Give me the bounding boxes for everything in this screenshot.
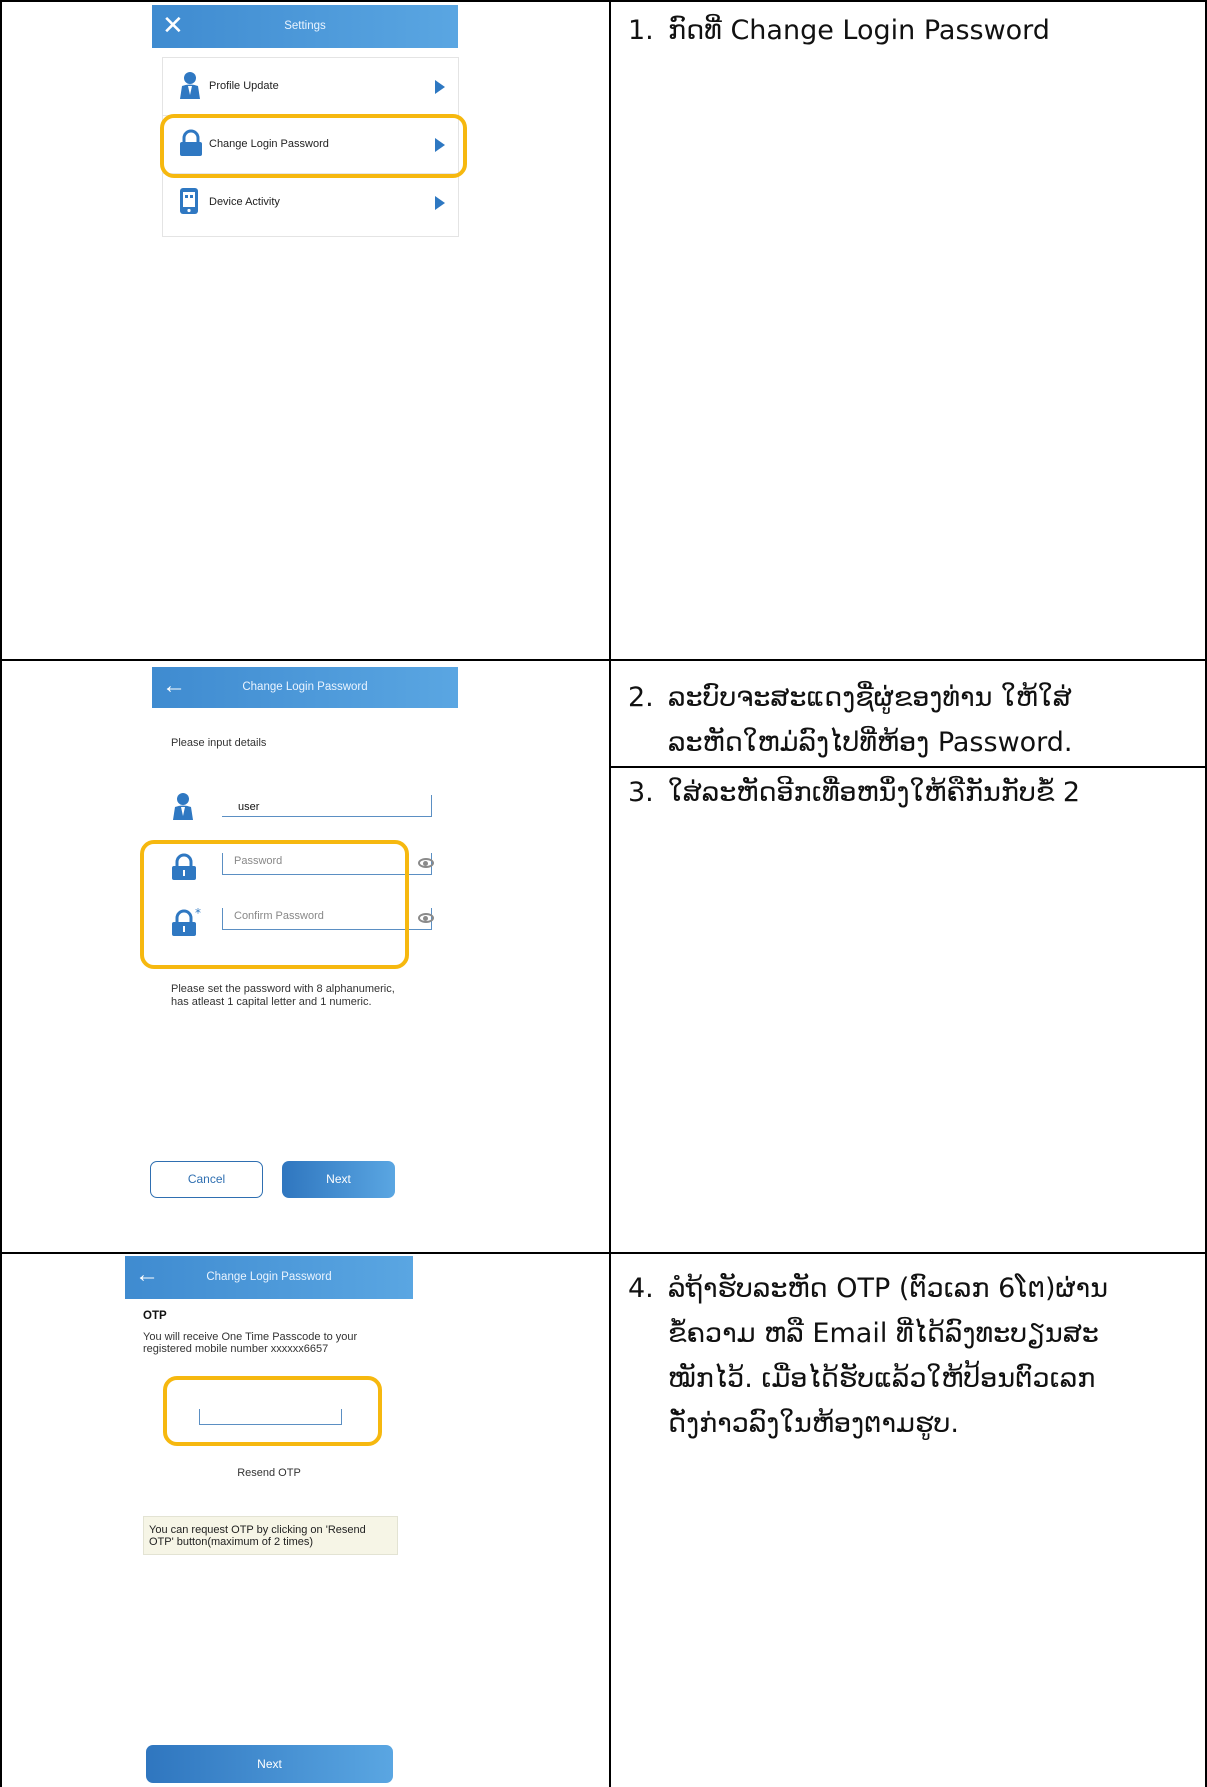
otp-info-box: You can request OTP by clicking on 'Rese…	[143, 1516, 398, 1555]
otp-title: OTP	[143, 1310, 167, 1322]
settings-header: ✕ Settings	[152, 5, 458, 48]
step-number: 4.	[628, 1273, 654, 1304]
step-number: 2.	[628, 682, 654, 713]
table-row-divider-step3	[609, 766, 1207, 768]
device-icon	[180, 188, 198, 214]
eye-icon[interactable]	[418, 858, 434, 868]
step-3: 3. ໃສ່ລະຫັດອີກເທື່ອຫນຶ່ງໃຫ້ຄືກັນກັບຂໍ້ 2	[628, 770, 1203, 815]
step-number: 1.	[628, 15, 654, 46]
settings-item-label: Profile Update	[209, 80, 279, 92]
step-1: 1. ກົດທີ່ Change Login Password	[628, 8, 1198, 53]
highlight-otp-input	[163, 1376, 382, 1446]
highlight-password-fields	[140, 840, 409, 969]
step-2: 2. ລະບົບຈະສະແດງຊື່ຜູ່ຂອງທ່ານ ໃຫ້ໃສ່ ລະຫັ…	[628, 675, 1203, 765]
step-number: 3.	[628, 777, 654, 808]
eye-icon[interactable]	[418, 913, 434, 923]
next-button[interactable]: Next	[282, 1161, 395, 1198]
settings-item-profile-update[interactable]: Profile Update	[163, 58, 458, 116]
table-column-divider	[609, 0, 611, 1787]
chevron-right-icon	[435, 80, 445, 94]
settings-item-label: Device Activity	[209, 196, 280, 208]
password-rules-hint: Please set the password with 8 alphanume…	[171, 983, 395, 1008]
otp-note: You will receive One Time Passcode to yo…	[143, 1331, 358, 1355]
settings-item-device-activity[interactable]: Device Activity	[163, 174, 458, 232]
table-row-divider-2	[0, 1252, 1207, 1254]
user-icon	[173, 793, 193, 820]
step-text: ລໍຖ້າຮັບລະຫັດ OTP (ຕົວເລກ 6ໂຕ)ຜ່ານ ຂໍ້ຄວ…	[668, 1273, 1109, 1439]
step-text: ໃສ່ລະຫັດອີກເທື່ອຫນຶ່ງໃຫ້ຄືກັນກັບຂໍ້ 2	[668, 777, 1081, 808]
next-button[interactable]: Next	[146, 1745, 393, 1783]
form-prompt: Please input details	[171, 737, 267, 749]
resend-otp-link[interactable]: Resend OTP	[125, 1467, 413, 1479]
step-text: ລະບົບຈະສະແດງຊື່ຜູ່ຂອງທ່ານ ໃຫ້ໃສ່ ລະຫັດໃຫ…	[668, 682, 1073, 758]
settings-title: Settings	[284, 20, 326, 32]
user-icon	[180, 72, 200, 99]
step-4: 4. ລໍຖ້າຮັບລະຫັດ OTP (ຕົວເລກ 6ໂຕ)ຜ່ານ ຂໍ…	[628, 1266, 1203, 1446]
change-password-title: Change Login Password	[242, 681, 368, 693]
cancel-button[interactable]: Cancel	[150, 1161, 263, 1198]
otp-screen: ← Change Login Password OTP You will rec…	[125, 1256, 413, 1784]
chevron-right-icon	[435, 196, 445, 210]
table-row-divider-1	[0, 659, 1207, 661]
table-border-left	[0, 0, 2, 1787]
step-text: ກົດທີ່ Change Login Password	[668, 15, 1050, 46]
table-border-top	[0, 0, 1207, 2]
username-value: user	[238, 801, 260, 813]
highlight-change-login-password	[160, 114, 467, 178]
otp-header: ← Change Login Password	[125, 1256, 413, 1299]
change-password-header: ← Change Login Password	[152, 667, 458, 708]
otp-header-title: Change Login Password	[206, 1271, 332, 1283]
